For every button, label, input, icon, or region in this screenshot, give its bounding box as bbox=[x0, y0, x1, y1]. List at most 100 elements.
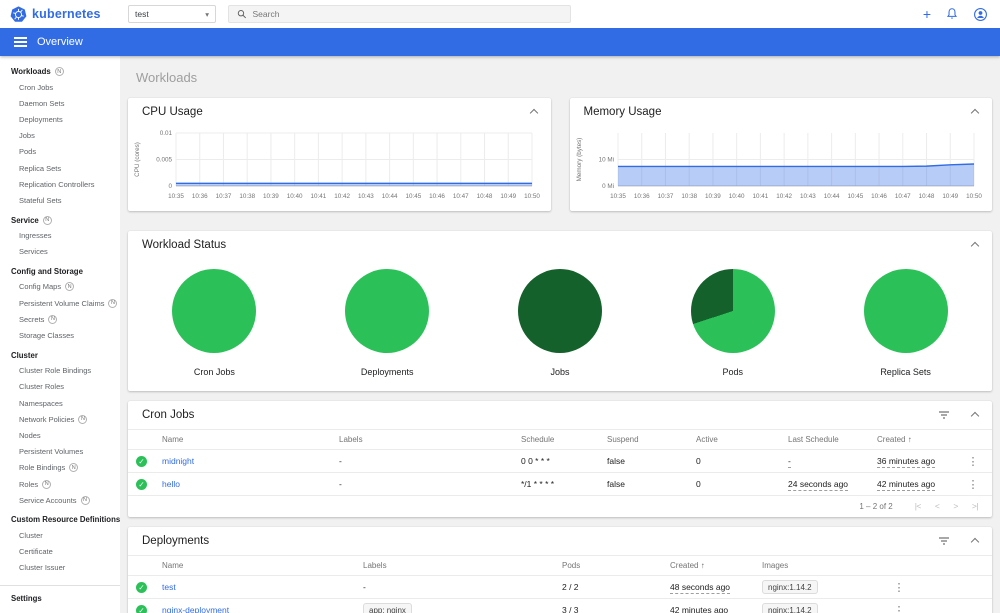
sidebar-item-label: Services bbox=[19, 247, 48, 257]
create-resource-button[interactable]: + bbox=[923, 7, 931, 21]
previous-page-button[interactable]: < bbox=[935, 501, 940, 511]
sidebar-item-service-accounts[interactable]: Service Accounts N bbox=[0, 492, 120, 508]
usage-charts-row: CPU Usage 10:35 10:36 10:37 10:38 10:39 10:40… bbox=[128, 98, 992, 211]
status-cell: ✓ bbox=[136, 478, 162, 490]
deployments-column-labels: Labels bbox=[363, 561, 387, 570]
check-circle-icon: ✓ bbox=[136, 581, 147, 593]
sidebar-item-roles[interactable]: Roles N bbox=[0, 476, 120, 492]
cron-jobs-column-created[interactable]: Created ↑ bbox=[877, 435, 964, 444]
notifications-bell-icon[interactable] bbox=[945, 7, 959, 21]
sidebar-section-label: Config and Storage bbox=[11, 266, 83, 276]
sidebar-item-settings[interactable]: Settings bbox=[0, 590, 120, 606]
sidebar-divider bbox=[0, 584, 120, 586]
sidebar-item-storage-classes[interactable]: Storage Classes bbox=[0, 327, 120, 343]
row-menu-button[interactable]: ⋮ bbox=[964, 455, 982, 468]
resource-link[interactable]: nginx-deployment bbox=[162, 605, 363, 613]
deployments-card: Deployments Name Labels Pods Created ↑ Image… bbox=[128, 527, 992, 613]
sidebar-item-jobs[interactable]: Jobs bbox=[0, 128, 120, 144]
filter-icon[interactable] bbox=[938, 536, 950, 546]
sidebar-section-config-and-storage[interactable]: Config and Storage bbox=[0, 263, 120, 279]
workload-pie-deployments: Deployments bbox=[301, 269, 474, 377]
resource-link[interactable]: midnight bbox=[162, 456, 339, 466]
sidebar-item-nodes[interactable]: Nodes bbox=[0, 427, 120, 443]
first-page-button[interactable]: |< bbox=[915, 501, 922, 511]
row-menu-button[interactable]: ⋮ bbox=[834, 581, 964, 594]
namespaced-badge-icon: N bbox=[42, 215, 52, 225]
sidebar-item-label: Deployments bbox=[19, 114, 63, 124]
table-cell: - bbox=[339, 456, 342, 466]
sidebar-section-cluster[interactable]: Cluster bbox=[0, 347, 120, 363]
search-input[interactable] bbox=[252, 9, 562, 19]
sidebar-item-network-policies[interactable]: Network Policies N bbox=[0, 411, 120, 427]
cron-jobs-column-name[interactable]: Name bbox=[162, 435, 339, 444]
collapse-chevron-icon[interactable] bbox=[970, 241, 980, 251]
sidebar-item-config-maps[interactable]: Config Maps N bbox=[0, 279, 120, 295]
cron-jobs-row: ✓ hello - */1 * * * * false 0 24 seconds ago 42… bbox=[128, 472, 992, 495]
search-box[interactable] bbox=[228, 5, 571, 23]
sidebar-item-certificate[interactable]: Certificate bbox=[0, 544, 120, 560]
sidebar-item-replication-controllers[interactable]: Replication Controllers bbox=[0, 176, 120, 192]
sidebar-item-daemon-sets[interactable]: Daemon Sets bbox=[0, 95, 120, 111]
collapse-chevron-icon[interactable] bbox=[529, 108, 538, 118]
last-page-button[interactable]: >| bbox=[972, 501, 979, 511]
resource-link[interactable]: hello bbox=[162, 479, 339, 489]
deployments-column-images: Images bbox=[762, 561, 789, 570]
deployments-column-name[interactable]: Name bbox=[162, 561, 363, 570]
kubernetes-logo[interactable]: kubernetes bbox=[10, 5, 118, 23]
sidebar-section-service[interactable]: Service N bbox=[0, 212, 120, 228]
pie-chart-replica-sets bbox=[863, 269, 948, 353]
card-title: Cron Jobs bbox=[142, 409, 195, 421]
menu-icon[interactable] bbox=[14, 36, 27, 48]
svg-text:10:38: 10:38 bbox=[681, 193, 697, 200]
collapse-chevron-icon[interactable] bbox=[970, 108, 980, 118]
svg-text:10:50: 10:50 bbox=[966, 193, 982, 200]
svg-text:10 Mi: 10 Mi bbox=[598, 157, 613, 164]
svg-text:0.01: 0.01 bbox=[160, 130, 173, 137]
sidebar-item-services[interactable]: Services bbox=[0, 244, 120, 260]
pie-chart-deployments bbox=[345, 269, 430, 353]
sidebar-item-persistent-volumes[interactable]: Persistent Volumes bbox=[0, 444, 120, 460]
sidebar-item-cluster[interactable]: Cluster bbox=[0, 527, 120, 543]
svg-text:0.005: 0.005 bbox=[156, 157, 172, 164]
collapse-chevron-icon[interactable] bbox=[970, 411, 980, 421]
next-page-button[interactable]: > bbox=[953, 501, 958, 511]
sidebar-item-label: Daemon Sets bbox=[19, 98, 65, 108]
row-menu-button[interactable]: ⋮ bbox=[834, 604, 964, 613]
svg-text:10:40: 10:40 bbox=[728, 193, 744, 200]
sidebar-item-namespaces[interactable]: Namespaces bbox=[0, 395, 120, 411]
sidebar-item-stateful-sets[interactable]: Stateful Sets bbox=[0, 192, 120, 208]
sidebar-item-deployments[interactable]: Deployments bbox=[0, 111, 120, 127]
sidebar-item-cluster-role-bindings[interactable]: Cluster Role Bindings bbox=[0, 363, 120, 379]
search-icon bbox=[237, 10, 247, 19]
row-menu-button[interactable]: ⋮ bbox=[964, 478, 982, 491]
sidebar-section-label: Custom Resource Definitions bbox=[11, 515, 120, 525]
filter-icon[interactable] bbox=[938, 410, 950, 420]
sidebar-item-role-bindings[interactable]: Role Bindings N bbox=[0, 460, 120, 476]
table-cell: - bbox=[363, 582, 366, 592]
table-cell: - bbox=[339, 479, 342, 489]
page-title: Workloads bbox=[136, 70, 198, 85]
account-icon[interactable] bbox=[973, 7, 988, 22]
namespace-selector[interactable]: test ▾ bbox=[128, 5, 216, 23]
sidebar-section-workloads[interactable]: Workloads N bbox=[0, 63, 120, 79]
sidebar-item-secrets[interactable]: Secrets N bbox=[0, 311, 120, 327]
sidebar-item-pods[interactable]: Pods bbox=[0, 144, 120, 160]
sidebar-item-label: Storage Classes bbox=[19, 331, 75, 341]
sidebar-item-label: Secrets bbox=[19, 314, 45, 324]
sidebar-section-custom-resource-definitions[interactable]: Custom Resource Definitions bbox=[0, 511, 120, 527]
sidebar-item-about[interactable]: About bbox=[0, 609, 120, 613]
deployments-column-created[interactable]: Created ↑ bbox=[670, 561, 762, 570]
resource-link[interactable]: test bbox=[162, 582, 363, 592]
collapse-chevron-icon[interactable] bbox=[970, 537, 980, 547]
sidebar-item-cron-jobs[interactable]: Cron Jobs bbox=[0, 79, 120, 95]
sidebar-item-persistent-volume-claims[interactable]: Persistent Volume Claims N bbox=[0, 295, 120, 311]
namespaced-badge-icon: N bbox=[80, 495, 90, 505]
sidebar-item-ingresses[interactable]: Ingresses bbox=[0, 228, 120, 244]
svg-text:10:39: 10:39 bbox=[705, 193, 721, 200]
cron-jobs-column-active: Active bbox=[696, 435, 718, 444]
card-title: CPU Usage bbox=[142, 106, 203, 118]
sidebar-item-replica-sets[interactable]: Replica Sets bbox=[0, 160, 120, 176]
sidebar-item-cluster-issuer[interactable]: Cluster Issuer bbox=[0, 560, 120, 576]
sidebar-item-cluster-roles[interactable]: Cluster Roles bbox=[0, 379, 120, 395]
cron-jobs-column-labels: Labels bbox=[339, 435, 363, 444]
